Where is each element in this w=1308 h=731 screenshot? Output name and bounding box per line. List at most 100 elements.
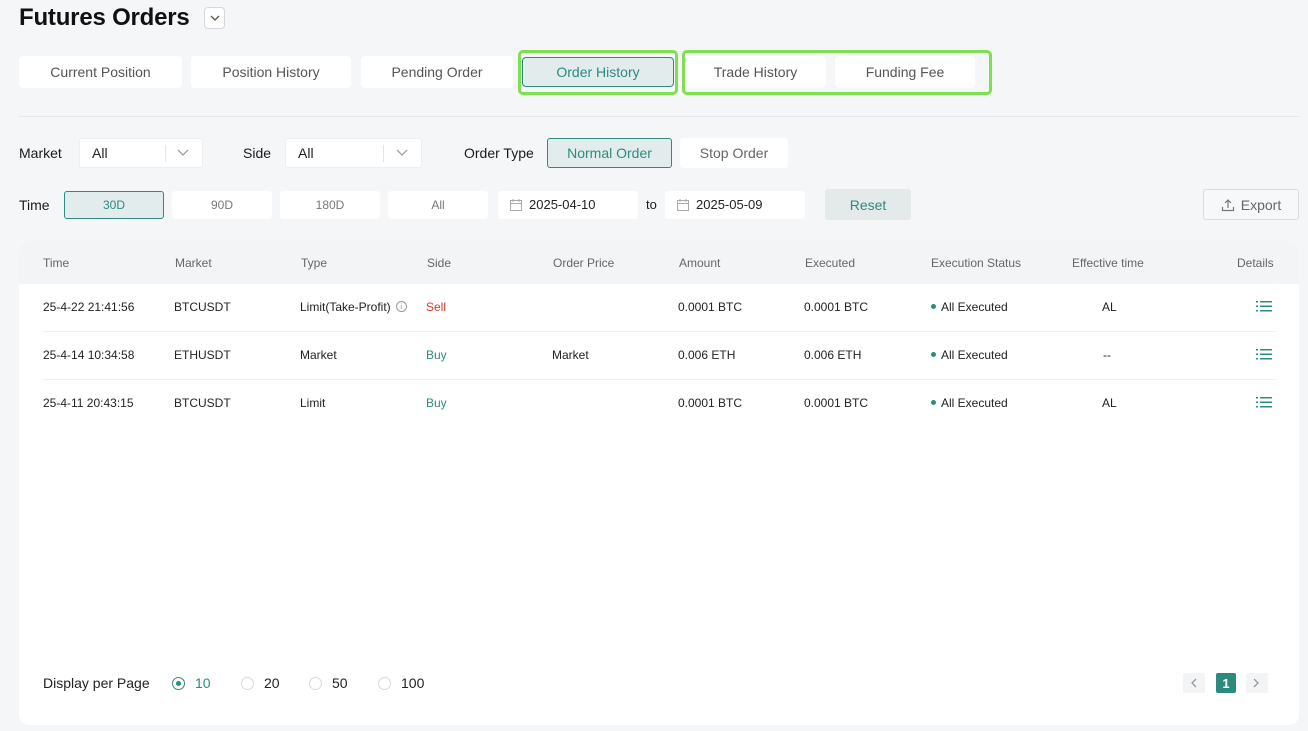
per-page-option-label: 20 [264, 675, 280, 691]
cell-amount: 0.0001 BTC [678, 300, 743, 314]
cell-status: All Executed [931, 396, 1008, 410]
cell-amount: 0.006 ETH [678, 348, 736, 362]
details-list-icon[interactable] [1256, 348, 1272, 361]
cell-status: All Executed [931, 300, 1008, 314]
cell-status-text: All Executed [941, 300, 1008, 314]
cell-effective-time: -- [1103, 348, 1111, 362]
status-dot-icon [931, 352, 936, 358]
tab-pending-order[interactable]: Pending Order [361, 56, 513, 88]
status-dot-icon [931, 400, 936, 406]
column-header: Executed [805, 256, 856, 270]
tab-trade-history[interactable]: Trade History [685, 56, 826, 88]
chevron-down-icon [210, 15, 220, 21]
radio-icon [378, 676, 391, 690]
chevron-right-icon [1253, 678, 1259, 688]
cell-executed: 0.006 ETH [804, 348, 862, 362]
column-header: Details [1237, 256, 1274, 270]
cell-time: 25-4-14 10:34:58 [43, 348, 135, 362]
title-dropdown-button[interactable] [204, 7, 225, 29]
chevron-down-icon [396, 149, 408, 156]
export-button[interactable]: Export [1203, 189, 1299, 220]
details-list-icon[interactable] [1256, 396, 1272, 409]
radio-icon [172, 676, 185, 690]
date-from-value: 2025-04-10 [529, 197, 596, 212]
cell-type: Limit(Take-Profit) i [300, 300, 407, 314]
cell-time: 25-4-11 20:43:15 [43, 396, 134, 410]
cell-status-text: All Executed [941, 348, 1008, 362]
cell-market: BTCUSDT [174, 396, 231, 410]
market-select-value: All [92, 145, 108, 161]
cell-type: Limit [300, 396, 326, 410]
cell-side: Buy [426, 396, 447, 410]
cell-market: ETHUSDT [174, 348, 231, 362]
column-header: Execution Status [931, 256, 1022, 270]
table-row: 25-4-22 21:41:56 BTCUSDT Limit(Take-Prof… [43, 284, 1275, 332]
cell-time: 25-4-22 21:41:56 [43, 300, 135, 314]
cell-status: All Executed [931, 348, 1008, 362]
per-page-option-label: 100 [401, 675, 425, 691]
cell-executed: 0.0001 BTC [804, 396, 869, 410]
market-select[interactable]: All [79, 138, 203, 168]
cell-type-text: Limit(Take-Profit) [300, 300, 391, 314]
tab-funding-fee[interactable]: Funding Fee [835, 56, 975, 88]
radio-icon [241, 676, 254, 690]
cell-executed: 0.0001 BTC [804, 300, 869, 314]
chevron-left-icon [1191, 678, 1197, 688]
cell-side: Buy [426, 348, 447, 362]
cell-effective-time: AL [1102, 300, 1117, 314]
per-page-option-10[interactable]: 10 [172, 675, 211, 691]
cell-effective-time: AL [1102, 396, 1117, 410]
order-type-stop-button[interactable]: Stop Order [680, 138, 788, 168]
page-title: Futures Orders [19, 4, 190, 31]
time-180d-button[interactable]: 180D [280, 191, 380, 219]
divider [19, 116, 1300, 117]
column-header: Amount [679, 256, 721, 270]
per-page-option-100[interactable]: 100 [378, 675, 424, 691]
column-header: Time [43, 256, 70, 270]
column-header: Market [175, 256, 212, 270]
date-from-input[interactable]: 2025-04-10 [498, 191, 638, 219]
per-page-label: Display per Page [43, 675, 150, 691]
page-number-current[interactable]: 1 [1216, 673, 1236, 693]
cell-type: Market [300, 348, 337, 362]
side-select[interactable]: All [285, 138, 422, 168]
export-label: Export [1240, 196, 1282, 213]
date-to-input[interactable]: 2025-05-09 [665, 191, 805, 219]
market-label: Market [19, 145, 62, 161]
per-page-option-20[interactable]: 20 [241, 675, 280, 691]
time-all-button[interactable]: All [388, 191, 488, 219]
cell-order-price: Market [552, 348, 589, 362]
per-page-option-label: 10 [195, 675, 211, 691]
column-header: Side [427, 256, 452, 270]
date-range-separator: to [646, 197, 657, 212]
cell-side: Sell [426, 300, 447, 314]
time-90d-button[interactable]: 90D [172, 191, 272, 219]
tab-order-history[interactable]: Order History [522, 57, 674, 87]
side-select-value: All [298, 145, 314, 161]
info-icon[interactable]: i [395, 301, 407, 313]
time-30d-button[interactable]: 30D [64, 191, 164, 219]
date-to-value: 2025-05-09 [696, 197, 763, 212]
column-header: Effective time [1072, 256, 1144, 270]
calendar-icon [510, 199, 522, 211]
chevron-down-icon [177, 149, 189, 156]
order-type-label: Order Type [464, 145, 534, 161]
time-label: Time [19, 197, 50, 213]
reset-button[interactable]: Reset [825, 189, 911, 220]
per-page-option-50[interactable]: 50 [309, 675, 348, 691]
per-page-option-label: 50 [332, 675, 348, 691]
tab-position-history[interactable]: Position History [191, 56, 351, 88]
column-header: Order Price [553, 256, 615, 270]
order-type-normal-button[interactable]: Normal Order [547, 138, 672, 168]
radio-icon [309, 676, 322, 690]
table-header: Time Market Type Side Order Price Amount… [19, 241, 1299, 284]
status-dot-icon [931, 304, 936, 310]
prev-page-button[interactable] [1183, 673, 1205, 693]
column-header: Type [301, 256, 328, 270]
table-row: 25-4-11 20:43:15 BTCUSDT Limit Buy 0.000… [43, 380, 1275, 428]
cell-market: BTCUSDT [174, 300, 231, 314]
details-list-icon[interactable] [1256, 300, 1272, 313]
next-page-button[interactable] [1246, 673, 1268, 693]
tab-current-position[interactable]: Current Position [19, 56, 182, 88]
cell-status-text: All Executed [941, 396, 1008, 410]
